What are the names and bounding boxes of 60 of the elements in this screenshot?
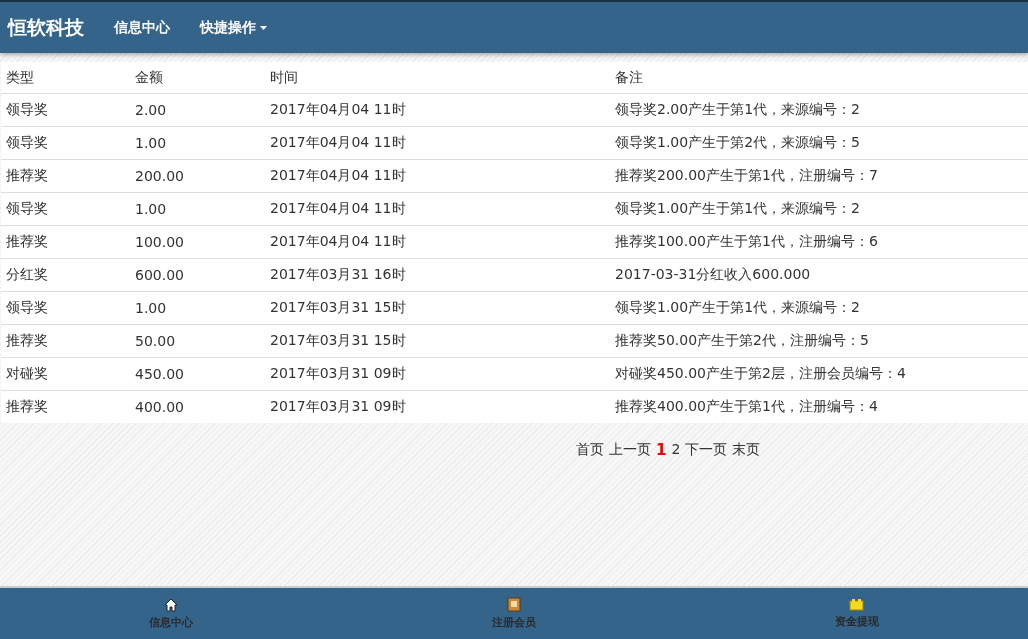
table-cell: 600.00 — [130, 258, 265, 292]
table-cell: 分红奖 — [1, 258, 130, 292]
table-cell: 50.00 — [130, 324, 265, 358]
table-cell: 领导奖 — [1, 93, 130, 127]
table-cell: 推荐奖 — [1, 159, 130, 193]
box-icon — [849, 598, 865, 611]
column-header: 金额 — [130, 62, 265, 94]
table-cell: 推荐奖50.00产生于第2代，注册编号：5 — [610, 324, 1028, 358]
table-cell: 1.00 — [130, 126, 265, 160]
brand-logo[interactable]: 恒软科技 — [8, 14, 84, 41]
table-cell: 对碰奖450.00产生于第2层，注册会员编号：4 — [610, 357, 1028, 391]
table-cell: 2017年03月31 16时 — [265, 258, 610, 292]
table-cell: 对碰奖 — [1, 357, 130, 391]
table-cell: 领导奖 — [1, 291, 130, 325]
table-cell: 推荐奖100.00产生于第1代，注册编号：6 — [610, 225, 1028, 259]
table-cell: 领导奖 — [1, 126, 130, 160]
table-cell: 200.00 — [130, 159, 265, 193]
table-cell: 2017年03月31 09时 — [265, 390, 610, 423]
table-cell: 2017年03月31 15时 — [265, 324, 610, 358]
table-cell: 推荐奖 — [1, 324, 130, 358]
table-cell: 2.00 — [130, 93, 265, 127]
table-cell: 2017年04月04 11时 — [265, 126, 610, 160]
nav-link[interactable]: 信息中心 — [114, 18, 170, 37]
pagination-link[interactable]: 末页 — [732, 441, 761, 459]
pagination-link[interactable]: 下一页 — [685, 441, 728, 459]
table-cell: 1.00 — [130, 291, 265, 325]
table-cell: 2017年03月31 09时 — [265, 357, 610, 391]
page-number[interactable]: 2 — [671, 441, 681, 459]
table-cell: 2017年03月31 15时 — [265, 291, 610, 325]
table-cell: 推荐奖400.00产生于第1代，注册编号：4 — [610, 390, 1028, 423]
pagination-link[interactable]: 上一页 — [609, 441, 651, 459]
table-cell: 2017年04月04 11时 — [265, 159, 610, 193]
table-cell: 2017年04月04 11时 — [265, 93, 610, 127]
caret-icon — [260, 25, 267, 30]
table-cell: 推荐奖 — [1, 390, 130, 423]
home-icon — [164, 597, 179, 612]
table-cell: 400.00 — [130, 390, 265, 423]
table-cell: 450.00 — [130, 357, 265, 391]
bottom-nav-label: 资金提现 — [834, 614, 879, 629]
table-cell: 1.00 — [130, 192, 265, 226]
nav-link[interactable]: 快捷操作 — [200, 18, 267, 37]
column-header: 备注 — [610, 62, 1028, 94]
table-cell: 100.00 — [130, 225, 265, 259]
column-header: 时间 — [265, 62, 610, 94]
table-cell: 领导奖1.00产生于第1代，来源编号：2 — [610, 192, 1028, 226]
book-icon — [507, 597, 521, 612]
table-cell: 推荐奖 — [1, 225, 130, 259]
table-cell: 2017年04月04 11时 — [265, 225, 610, 259]
table-cell: 领导奖 — [1, 192, 130, 226]
page-number[interactable]: 1 — [656, 441, 667, 459]
bottom-nav-label: 注册会员 — [492, 615, 536, 630]
table-cell: 领导奖1.00产生于第1代，来源编号：2 — [610, 291, 1028, 325]
table-cell: 2017-03-31分红收入600.000 — [610, 258, 1028, 292]
table-cell: 2017年04月04 11时 — [265, 192, 610, 226]
table-cell: 领导奖2.00产生于第1代，来源编号：2 — [610, 93, 1028, 127]
bottom-nav-label: 信息中心 — [149, 614, 194, 630]
pagination-link[interactable]: 首页 — [576, 441, 604, 459]
table-cell: 领导奖1.00产生于第2代，来源编号：5 — [610, 126, 1028, 160]
table-cell: 推荐奖200.00产生于第1代，注册编号：7 — [610, 159, 1028, 193]
column-header: 类型 — [1, 62, 130, 94]
